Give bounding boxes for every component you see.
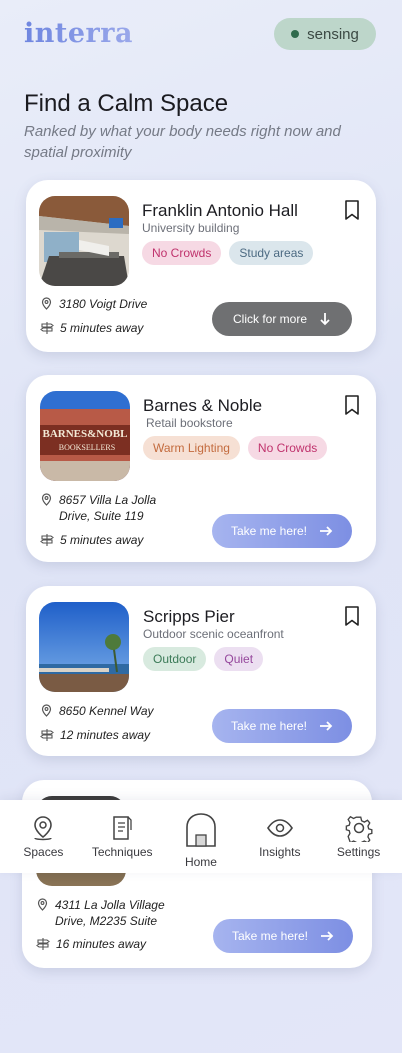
tag: Study areas xyxy=(229,241,314,265)
tag: No Crowds xyxy=(142,241,222,265)
nav-item-spaces[interactable]: Spaces xyxy=(6,800,80,873)
space-name: Franklin Antonio Hall xyxy=(142,201,298,220)
notes-icon xyxy=(113,816,132,840)
address: 3180 Voigt Drive xyxy=(40,296,147,312)
space-type: University building xyxy=(142,221,240,235)
sensing-status-badge[interactable]: sensing xyxy=(274,18,376,50)
signpost-icon xyxy=(40,322,54,334)
travel-time: 16 minutes away xyxy=(36,936,146,952)
arrow-right-icon xyxy=(320,721,333,731)
space-photo xyxy=(39,196,129,286)
status-dot xyxy=(291,30,300,38)
bookmark-icon[interactable] xyxy=(344,200,360,220)
space-photo xyxy=(39,602,129,692)
space-photo: BARNES&NOBL BOOKSELLERS xyxy=(40,391,130,481)
tag-list: Warm Lighting No Crowds xyxy=(143,436,328,460)
page-subtitle: Ranked by what your body needs right now… xyxy=(24,123,341,161)
arrow-right-icon xyxy=(321,931,334,941)
space-card-2[interactable]: BARNES&NOBL BOOKSELLERS Barnes & Noble R… xyxy=(26,375,376,562)
location-pin-icon xyxy=(41,297,52,310)
tag-list: Outdoor Quiet xyxy=(143,647,264,671)
address: 4311 La Jolla Village Drive, M2235 Suite xyxy=(36,897,186,929)
bookstore-sign-sub: BOOKSELLERS xyxy=(59,443,115,452)
nav-item-home[interactable]: Home xyxy=(164,800,238,873)
bookstore-sign: BARNES&NOBL xyxy=(43,428,128,440)
signpost-icon xyxy=(36,938,50,950)
location-pin-icon xyxy=(41,493,52,506)
page-title: Find a Calm Space xyxy=(24,90,229,117)
nav-item-insights[interactable]: Insights xyxy=(243,800,317,873)
space-card-1[interactable]: Franklin Antonio Hall University buildin… xyxy=(26,180,376,352)
take-me-here-button[interactable]: Take me here! xyxy=(212,709,352,743)
arrow-right-icon xyxy=(320,526,333,536)
gear-icon xyxy=(345,815,373,842)
arrow-down-icon xyxy=(320,313,330,326)
space-type: Outdoor scenic oceanfront xyxy=(143,627,284,641)
location-pin-icon xyxy=(37,898,48,911)
eye-icon xyxy=(266,819,293,837)
space-name: Scripps Pier xyxy=(143,607,235,626)
space-card-3[interactable]: Scripps Pier Outdoor scenic oceanfront O… xyxy=(26,586,376,756)
take-me-here-button[interactable]: Take me here! xyxy=(213,919,353,953)
tag: Quiet xyxy=(214,647,264,671)
tag: No Crowds xyxy=(247,436,328,460)
space-type: Retail bookstore xyxy=(146,416,233,430)
app-logo: interra xyxy=(24,18,133,49)
address: 8650 Kennel Way xyxy=(40,703,154,719)
bookmark-icon[interactable] xyxy=(344,606,360,626)
signpost-icon xyxy=(40,729,54,741)
travel-time: 5 minutes away xyxy=(40,320,143,336)
tag-list: No Crowds Study areas xyxy=(142,241,314,265)
home-icon xyxy=(186,813,216,847)
nav-item-settings[interactable]: Settings xyxy=(322,800,396,873)
space-name: Barnes & Noble xyxy=(143,396,263,415)
click-for-more-button[interactable]: Click for more xyxy=(212,302,352,336)
travel-time: 12 minutes away xyxy=(40,727,150,743)
bookmark-icon[interactable] xyxy=(344,395,360,415)
bottom-nav: Spaces Techniques Home Insights Settings xyxy=(0,800,402,873)
travel-time: 5 minutes away xyxy=(40,532,143,548)
sensing-label: sensing xyxy=(307,25,359,43)
location-pin-icon xyxy=(34,816,53,841)
address: 8657 Villa La Jolla Drive, Suite 119 xyxy=(40,492,190,524)
location-pin-icon xyxy=(41,704,52,717)
take-me-here-button[interactable]: Take me here! xyxy=(212,514,352,548)
tag: Outdoor xyxy=(143,647,207,671)
signpost-icon xyxy=(40,534,54,546)
nav-item-techniques[interactable]: Techniques xyxy=(85,800,159,873)
tag: Warm Lighting xyxy=(143,436,240,460)
